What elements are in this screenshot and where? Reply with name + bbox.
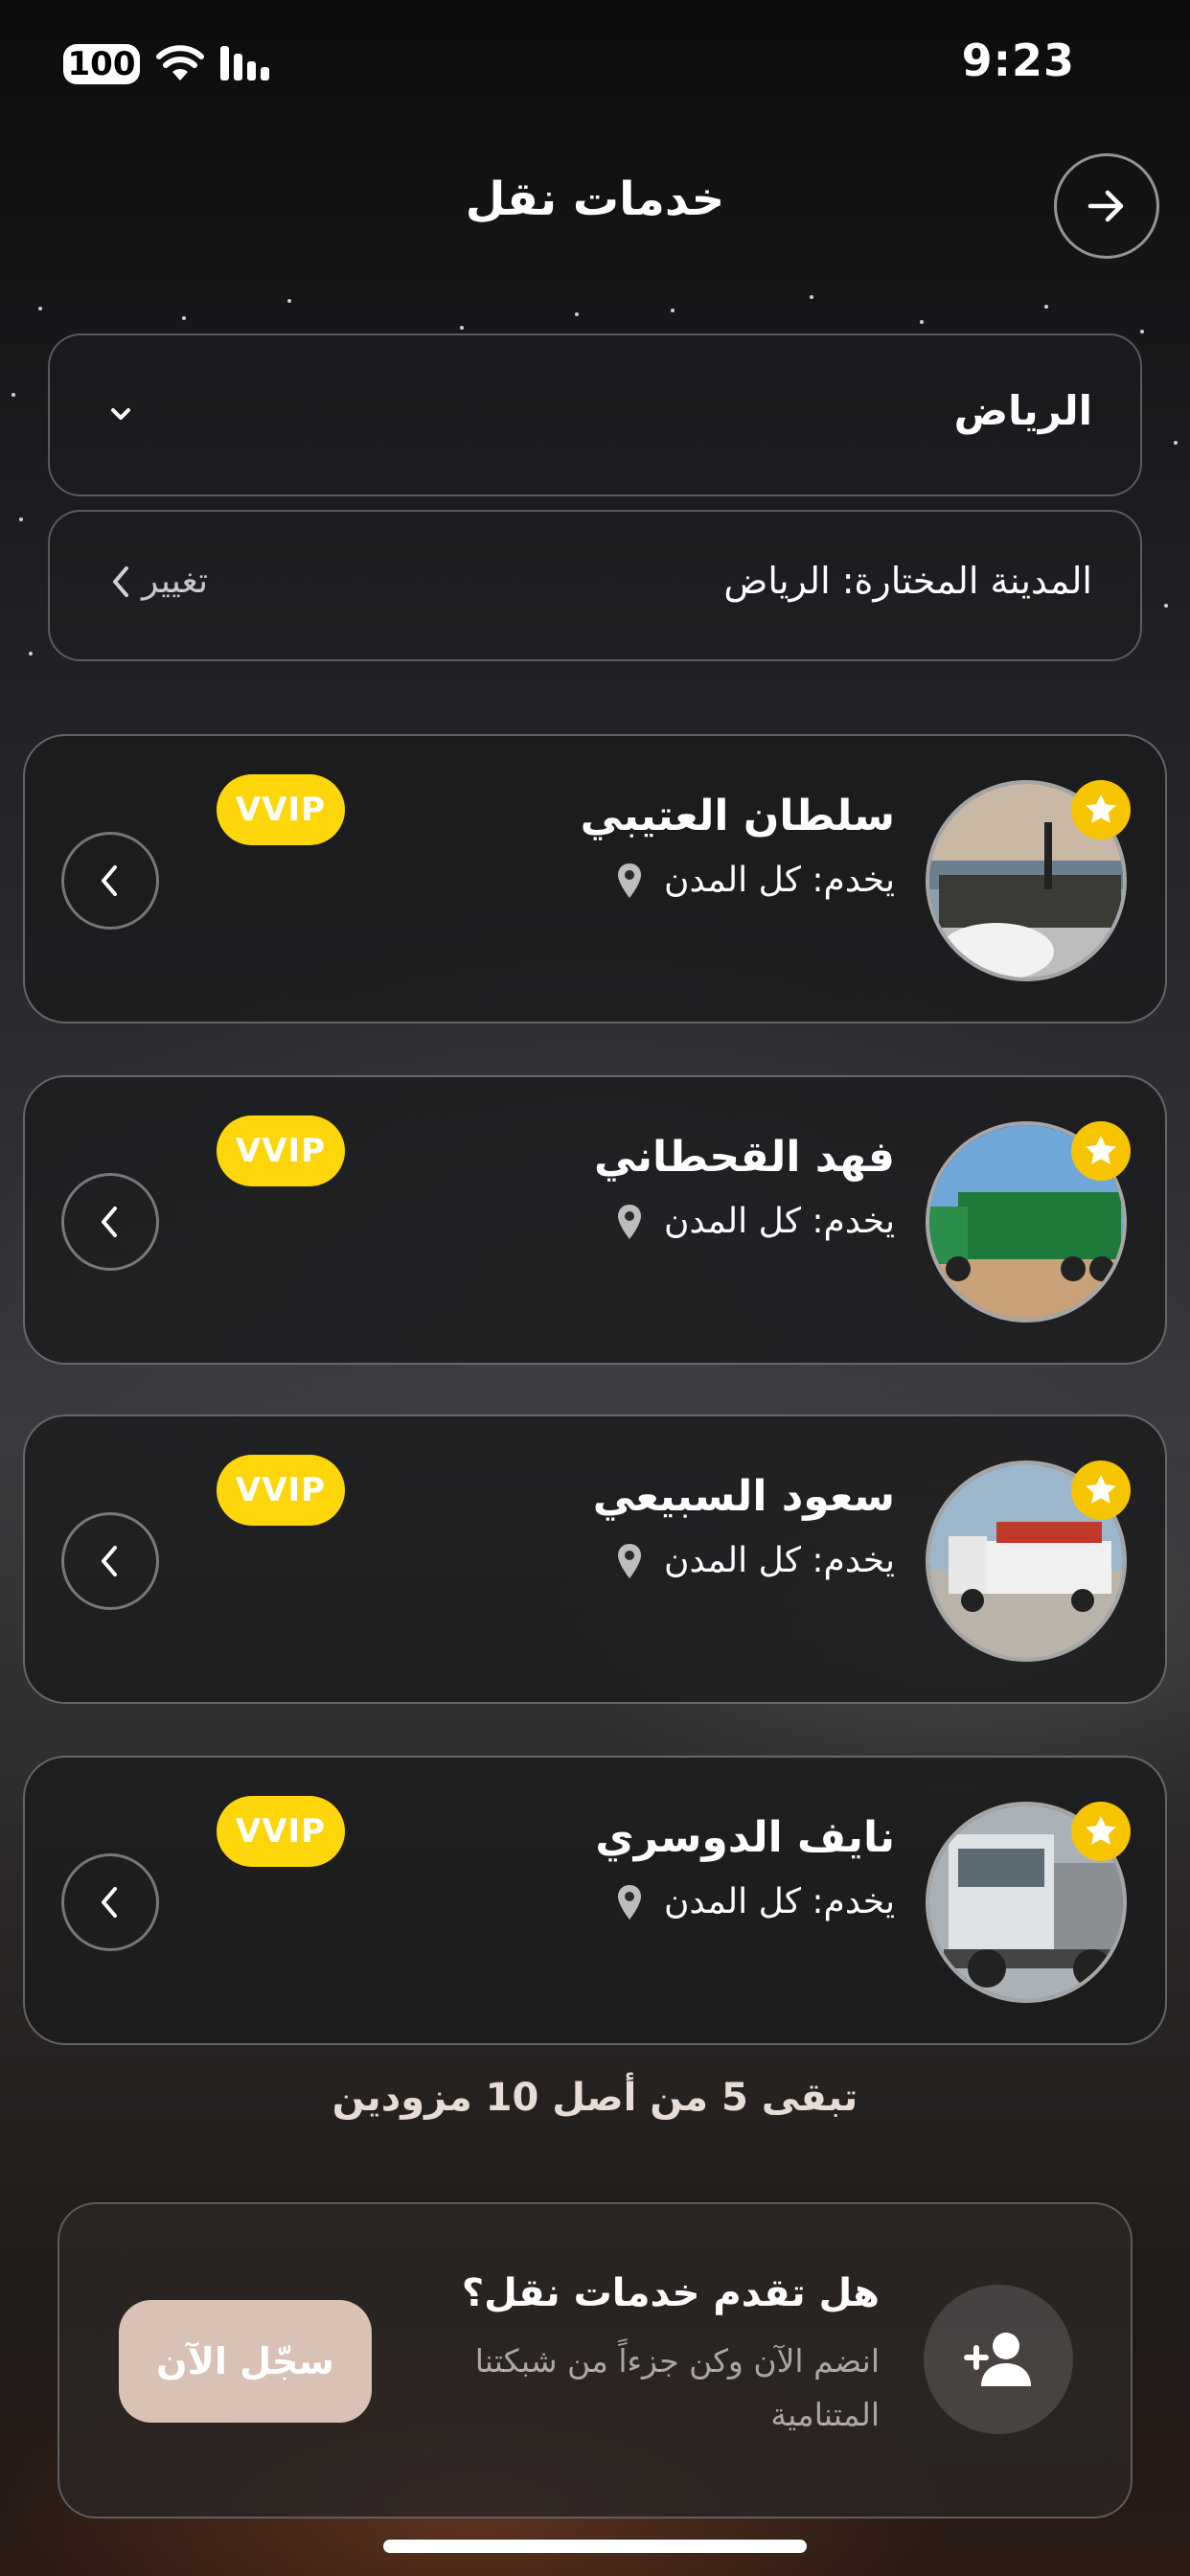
location-pin-icon (618, 1884, 642, 1920)
add-user-icon (924, 2285, 1073, 2434)
location-pin-icon (618, 862, 642, 898)
provider-serves: يخدم: كل المدن (616, 1202, 895, 1241)
home-indicator[interactable] (383, 2540, 807, 2553)
location-pin-icon (618, 1204, 642, 1239)
provider-serves-text: يخدم: كل المدن (664, 861, 895, 900)
chevron-down-icon (111, 408, 130, 420)
city-dropdown[interactable]: الرياض (48, 334, 1142, 496)
vvip-badge: VVIP (217, 774, 345, 845)
provider-card[interactable]: سعود السبيعي يخدم: كل المدن VVIP (23, 1414, 1167, 1704)
wifi-icon (156, 45, 204, 80)
selected-city-label: المدينة المختارة: الرياض (723, 560, 1092, 602)
register-now-button[interactable]: سجّل الآن (119, 2300, 372, 2423)
open-provider-button[interactable] (61, 1173, 159, 1271)
star-icon (1086, 1816, 1116, 1845)
page-title: خدمات نقل (465, 172, 725, 226)
status-bar: 100 9:23 (0, 0, 1190, 134)
provider-serves-text: يخدم: كل المدن (664, 1541, 895, 1580)
clock: 9:23 (961, 34, 1075, 86)
star-icon (1086, 794, 1116, 823)
back-button[interactable] (1054, 153, 1159, 259)
vvip-badge: VVIP (217, 1455, 345, 1526)
vvip-badge: VVIP (217, 1796, 345, 1867)
provider-name: نايف الدوسري (595, 1813, 895, 1862)
cta-subtitle: انضم الآن وكن جزءاً من شبكتنا المتنامية (474, 2342, 880, 2433)
star-icon (1086, 1475, 1116, 1504)
chevron-left-icon (102, 1546, 117, 1576)
remaining-providers-text: تبقى 5 من أصل 10 مزودين (332, 2076, 858, 2120)
provider-card[interactable]: نايف الدوسري يخدم: كل المدن VVIP (23, 1756, 1167, 2045)
provider-serves: يخدم: كل المدن (616, 861, 895, 900)
chevron-left-icon (102, 865, 117, 896)
vvip-badge: VVIP (217, 1116, 345, 1186)
selected-city-panel: المدينة المختارة: الرياض تغيير (48, 510, 1142, 661)
cta-title: هل تقدم خدمات نقل؟ (461, 2271, 880, 2315)
city-dropdown-value: الرياض (953, 387, 1092, 434)
featured-star-badge (1071, 780, 1131, 840)
provider-serves: يخدم: كل المدن (616, 1882, 895, 1921)
provider-serves-text: يخدم: كل المدن (664, 1202, 895, 1241)
chevron-left-icon (113, 565, 128, 597)
provider-name: فهد القحطاني (594, 1133, 895, 1182)
chevron-left-icon (102, 1207, 117, 1237)
provider-serves: يخدم: كل المدن (616, 1541, 895, 1580)
provider-card[interactable]: سلطان العتيبي يخدم: كل المدن VVIP (23, 734, 1167, 1024)
arrow-right-icon (1087, 190, 1124, 222)
provider-card[interactable]: فهد القحطاني يخدم: كل المدن VVIP (23, 1075, 1167, 1365)
chevron-left-icon (102, 1887, 117, 1918)
featured-star-badge (1071, 1460, 1131, 1520)
open-provider-button[interactable] (61, 832, 159, 930)
join-cta-card: هل تقدم خدمات نقل؟ انضم الآن وكن جزءاً م… (57, 2202, 1133, 2518)
change-city-label: تغيير (142, 562, 208, 601)
star-icon (1086, 1136, 1116, 1164)
signal-icon (220, 46, 269, 80)
provider-name: سعود السبيعي (592, 1472, 895, 1521)
provider-serves-text: يخدم: كل المدن (664, 1882, 895, 1921)
provider-name: سلطان العتيبي (580, 792, 895, 840)
location-pin-icon (618, 1543, 642, 1578)
open-provider-button[interactable] (61, 1853, 159, 1951)
featured-star-badge (1071, 1802, 1131, 1861)
open-provider-button[interactable] (61, 1512, 159, 1610)
featured-star-badge (1071, 1121, 1131, 1181)
change-city-button[interactable]: تغيير (107, 562, 208, 601)
battery-icon: 100 (63, 44, 140, 84)
